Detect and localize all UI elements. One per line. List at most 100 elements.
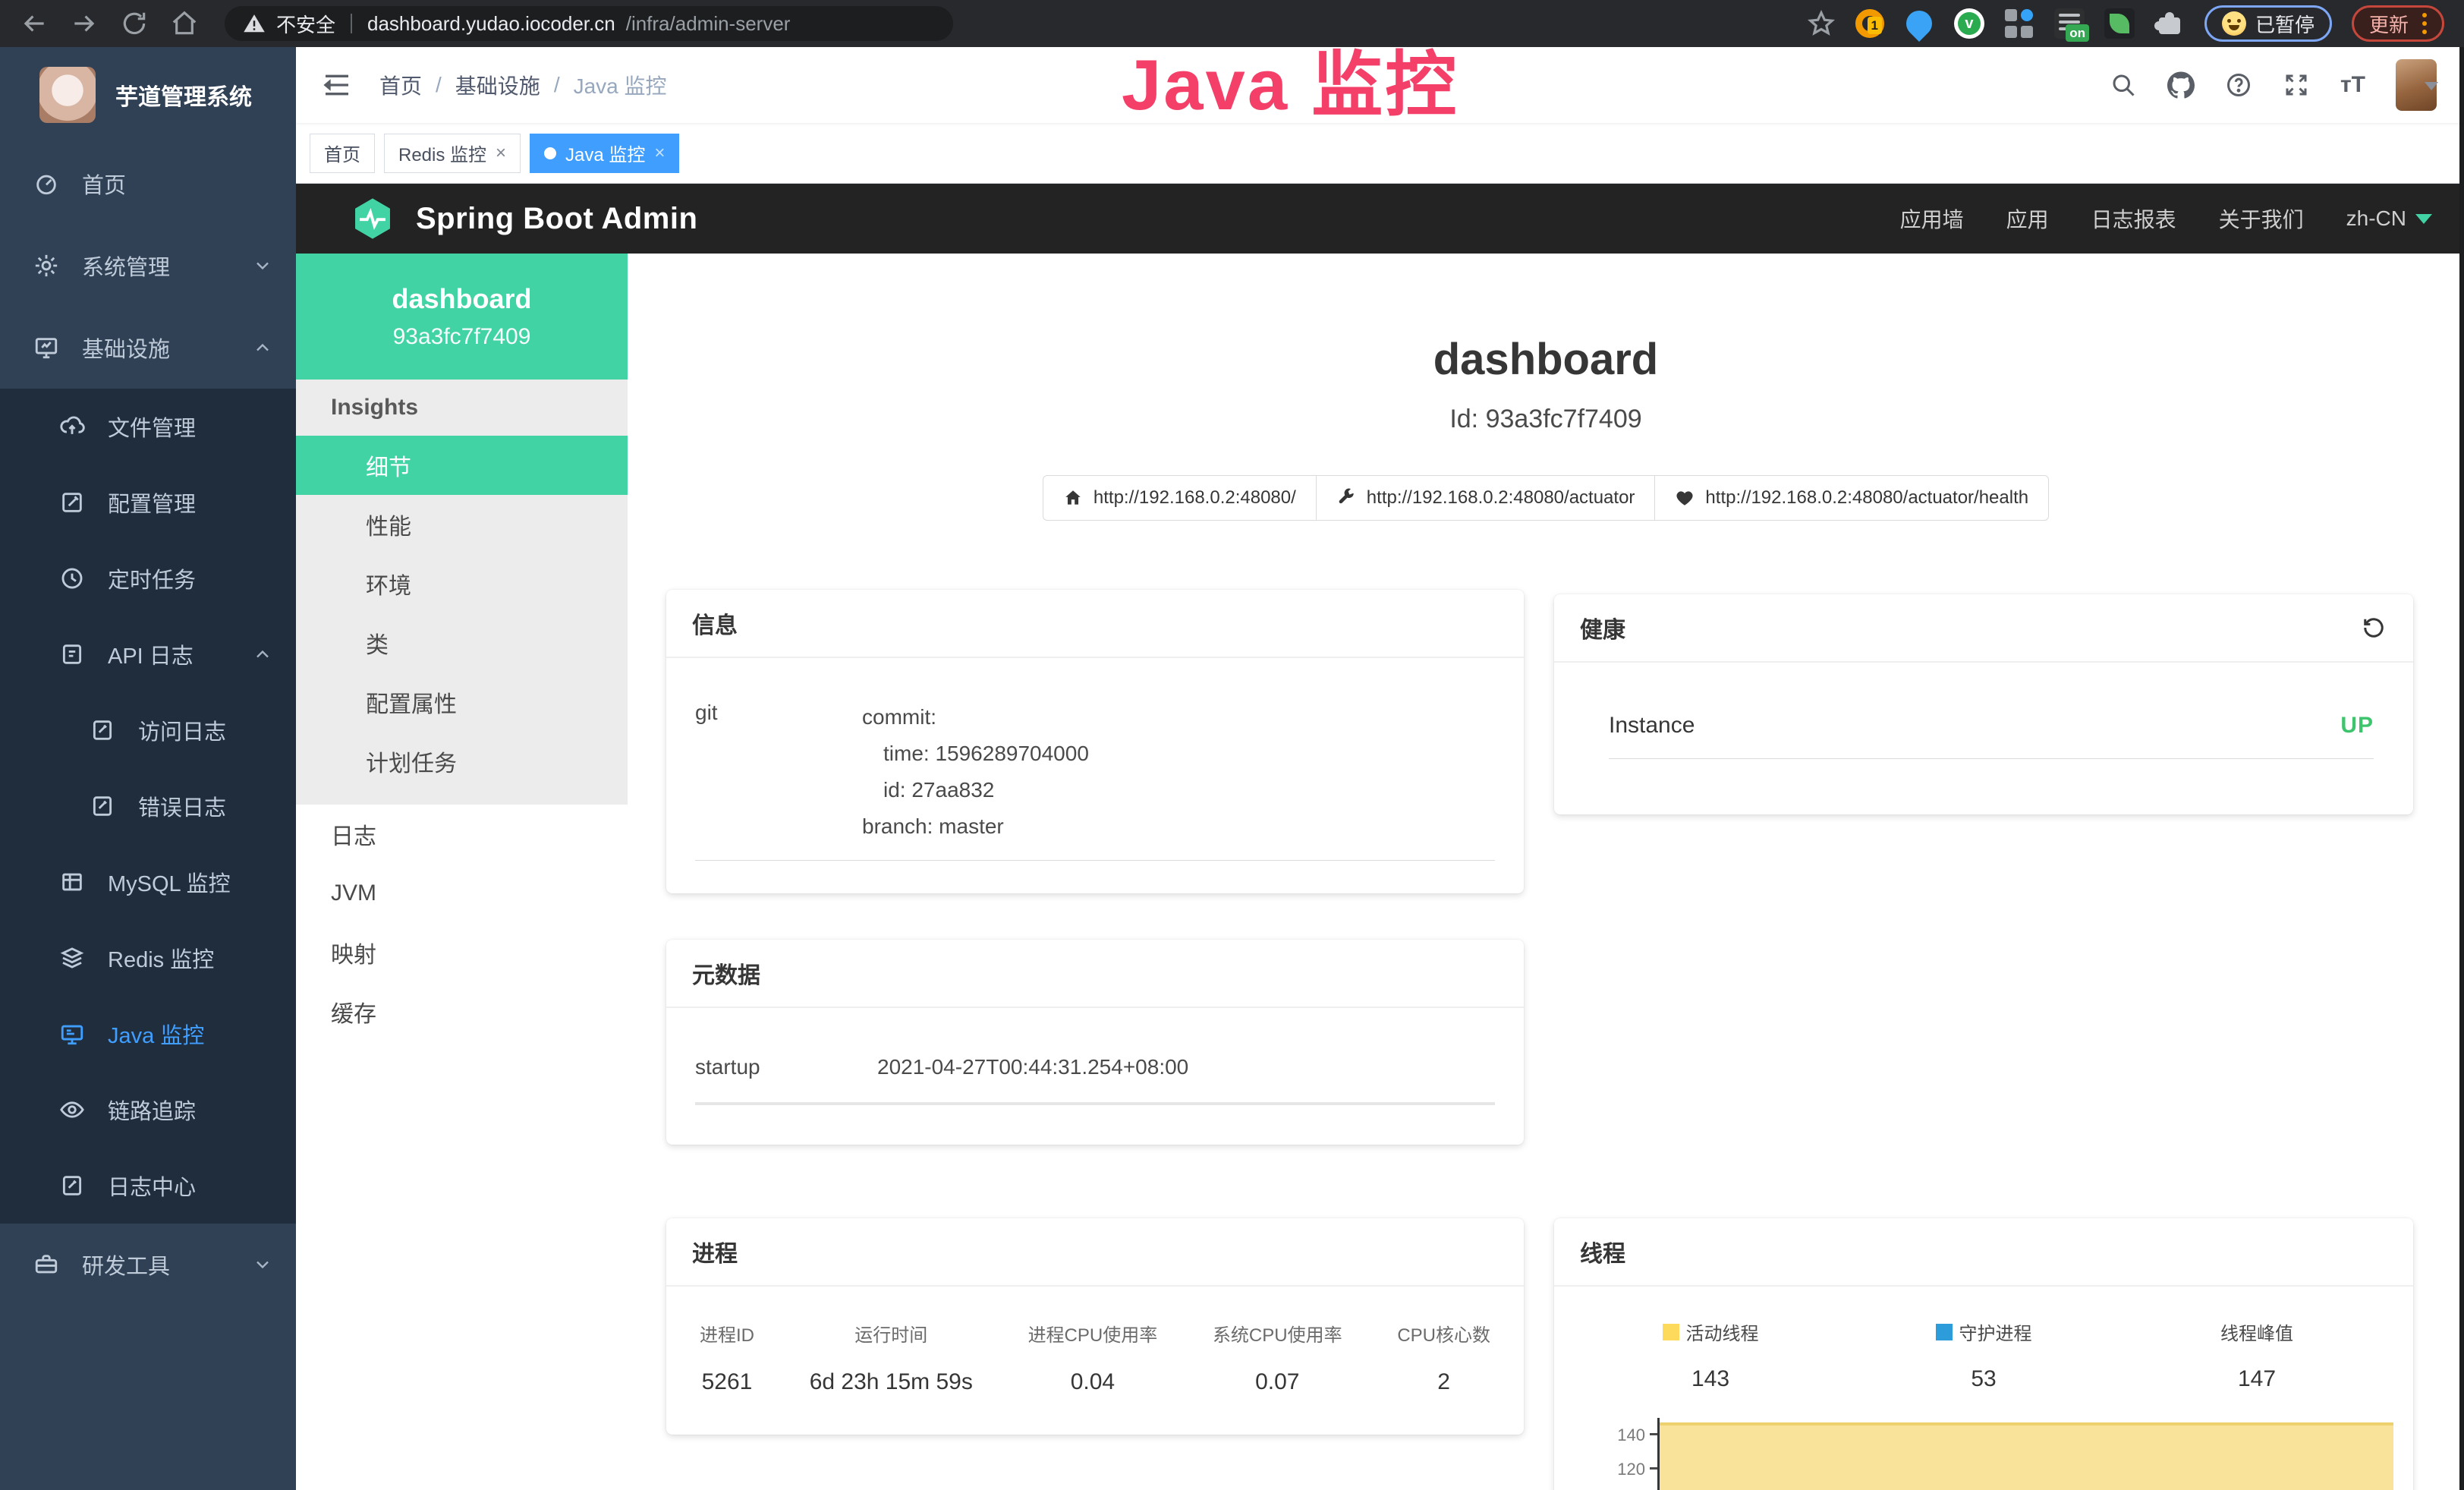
sidebar-item-job[interactable]: 定时任务 [0,540,296,616]
document-edit-icon [59,1173,85,1199]
url-path: /infra/admin-server [626,12,791,36]
home-icon[interactable] [170,9,199,38]
sba-item-details[interactable]: 细节 [296,436,628,495]
paused-pill[interactable]: 已暂停 [2204,5,2332,42]
fullscreen-icon[interactable] [2283,71,2310,99]
sidebar-item-api-log[interactable]: API 日志 [0,616,296,692]
sidebar-item-trace[interactable]: 链路追踪 [0,1072,296,1148]
legend-label: 守护进程 [1959,1318,2032,1345]
health-card-header: 健康 [1554,594,2413,663]
sba-item-jvm[interactable]: JVM [296,864,628,923]
sidebar-item-mysql[interactable]: MySQL 监控 [0,844,296,920]
text-size-icon[interactable]: тT [2340,72,2365,98]
instance-name: dashboard [392,283,531,315]
info-line: time: 1596289704000 [862,736,1089,772]
tab-home[interactable]: 首页 [310,134,375,173]
app-logo-row[interactable]: 芋道管理系统 [0,47,296,143]
extension-pin-icon[interactable] [1904,8,1934,39]
sba-item-mappings[interactable]: 映射 [296,923,628,982]
sba-item-classes[interactable]: 类 [296,613,628,673]
sidebar-item-error-log[interactable]: 错误日志 [0,768,296,844]
breadcrumb-separator: / [554,73,560,97]
github-icon[interactable] [2167,71,2195,99]
extension-grid-icon[interactable] [2004,8,2034,39]
endpoint-health-button[interactable]: http://192.168.0.2:48080/actuator/health [1654,475,2049,521]
search-icon[interactable] [2110,71,2137,99]
bookmark-star-icon[interactable] [1807,9,1836,38]
sidebar-item-infra[interactable]: 基础设施 [0,307,296,389]
extension-list-icon[interactable]: on [2054,8,2085,39]
sidebar-item-config[interactable]: 配置管理 [0,465,296,540]
extension-leaf-icon[interactable] [2104,8,2135,39]
address-bar[interactable]: 不安全 dashboard.yudao.iocoder.cn/infra/adm… [225,6,953,41]
hamburger-icon[interactable] [322,70,352,100]
process-column: 进程CPU使用率 0.04 [1028,1320,1158,1395]
sba-item-caches[interactable]: 缓存 [296,982,628,1041]
browser-menu-icon[interactable] [2422,13,2427,34]
info-card-body: git commit: time: 1596289704000 id: 27aa… [666,658,1524,861]
sidebar-item-home[interactable]: 首页 [0,143,296,225]
sidebar-item-redis[interactable]: Redis 监控 [0,920,296,996]
sba-nav-journal[interactable]: 日志报表 [2091,203,2176,234]
legend-cell: 活动线程 143 [1574,1318,1847,1392]
legend-label: 线程峰值 [2220,1318,2293,1345]
edit-square-icon [59,490,85,515]
process-column: 进程ID 5261 [700,1320,754,1395]
sba-item-logs[interactable]: 日志 [296,805,628,864]
sba-item-environment[interactable]: 环境 [296,554,628,613]
sidebar-item-system[interactable]: 系统管理 [0,225,296,307]
endpoint-buttons: http://192.168.0.2:48080/ http://192.168… [628,475,2464,521]
extensions-puzzle-icon[interactable] [2154,8,2185,39]
forward-icon[interactable] [70,9,99,38]
tab-label: Java 监控 [565,140,645,166]
sidebar-item-label: MySQL 监控 [108,866,231,898]
window-scrollbar[interactable] [2459,47,2464,1490]
tab-redis[interactable]: Redis 监控 × [384,134,521,173]
table-row[interactable]: Instance UP [1609,713,2374,759]
reload-icon[interactable] [120,9,149,38]
breadcrumb-infra[interactable]: 基础设施 [455,70,540,100]
endpoint-home-button[interactable]: http://192.168.0.2:48080/ [1043,475,1317,521]
sidebar-item-label: 定时任务 [108,562,196,594]
update-button[interactable]: 更新 [2352,5,2444,42]
endpoint-actuator-button[interactable]: http://192.168.0.2:48080/actuator [1316,475,1656,521]
page-title: dashboard [628,334,2464,385]
sba-nav-wallboard[interactable]: 应用墙 [1900,203,1964,234]
extension-orange-icon[interactable]: 1 [1855,9,1884,38]
sba-nav-about[interactable]: 关于我们 [2219,203,2304,234]
close-icon[interactable]: × [496,143,506,164]
close-icon[interactable]: × [654,143,665,164]
sba-instance-header[interactable]: dashboard 93a3fc7f7409 [296,254,628,380]
tab-java[interactable]: Java 监控 × [530,134,679,173]
process-column: CPU核心数 2 [1397,1320,1490,1395]
sidebar-item-file[interactable]: 文件管理 [0,389,296,465]
sidebar-item-access-log[interactable]: 访问日志 [0,692,296,768]
info-value: commit: time: 1596289704000 id: 27aa832 … [862,699,1089,845]
sidebar-item-devtools[interactable]: 研发工具 [0,1224,296,1306]
active-dot [544,147,556,159]
sidebar-item-log-center[interactable]: 日志中心 [0,1148,296,1224]
sba-nav-applications[interactable]: 应用 [2006,203,2049,234]
y-tick-label: 140 [1617,1425,1645,1445]
column-header: 运行时间 [810,1320,973,1347]
sba-language-select[interactable]: zh-CN [2346,206,2432,231]
threads-card-body: 活动线程 143 守护进程 53 线程峰值 147 [1554,1287,2413,1490]
breadcrumb-home[interactable]: 首页 [379,70,422,100]
user-menu[interactable] [2396,59,2438,111]
health-card: 健康 Instance UP [1554,594,2413,814]
help-icon[interactable] [2225,71,2252,99]
warning-icon [243,12,266,35]
sba-item-metrics[interactable]: 性能 [296,495,628,554]
security-label: 不安全 [276,10,335,38]
history-icon[interactable] [2360,614,2387,641]
column-value: 5261 [700,1369,754,1395]
tab-label: Redis 监控 [398,140,486,166]
back-icon[interactable] [20,9,49,38]
extension-green-icon[interactable]: v [1954,8,1984,39]
clock-icon [59,565,85,591]
update-label: 更新 [2369,10,2409,38]
sidebar-item-java[interactable]: Java 监控 [0,996,296,1072]
sba-item-config-props[interactable]: 配置属性 [296,673,628,732]
sba-item-scheduled-tasks[interactable]: 计划任务 [296,732,628,791]
sidebar-item-label: 系统管理 [82,250,170,282]
